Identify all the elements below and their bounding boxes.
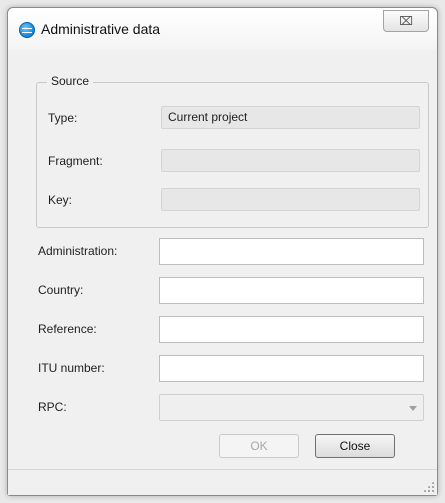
resize-grip-icon[interactable]: [423, 481, 434, 492]
title-bar: Administrative data ⌧: [8, 8, 437, 50]
chevron-down-icon: [409, 406, 417, 411]
close-icon[interactable]: ⌧: [383, 10, 429, 32]
dialog-window: Administrative data ⌧ Source Type: Curre…: [7, 7, 438, 496]
dialog-content: Source Type: Current project Fragment: K…: [16, 54, 430, 474]
itu-number-input[interactable]: [159, 355, 424, 382]
reference-label: Reference:: [38, 322, 97, 336]
key-field: [161, 188, 420, 211]
source-group-title: Source: [47, 74, 94, 88]
globe-icon: [19, 22, 35, 38]
reference-input[interactable]: [159, 316, 424, 343]
country-label: Country:: [38, 283, 84, 297]
itu-number-label: ITU number:: [38, 361, 105, 375]
rpc-dropdown[interactable]: [159, 394, 424, 421]
country-input[interactable]: [159, 277, 424, 304]
ok-button[interactable]: OK: [219, 434, 299, 458]
close-button[interactable]: Close: [315, 434, 395, 458]
fragment-field: [161, 149, 420, 172]
fragment-label: Fragment:: [48, 154, 103, 168]
status-bar: [8, 469, 437, 495]
administration-label: Administration:: [38, 244, 118, 258]
type-label: Type:: [48, 111, 78, 125]
window-title: Administrative data: [41, 21, 161, 37]
type-value-field: Current project: [161, 106, 420, 129]
key-label: Key:: [48, 193, 73, 207]
rpc-label: RPC:: [38, 400, 67, 414]
administration-input[interactable]: [159, 238, 424, 265]
